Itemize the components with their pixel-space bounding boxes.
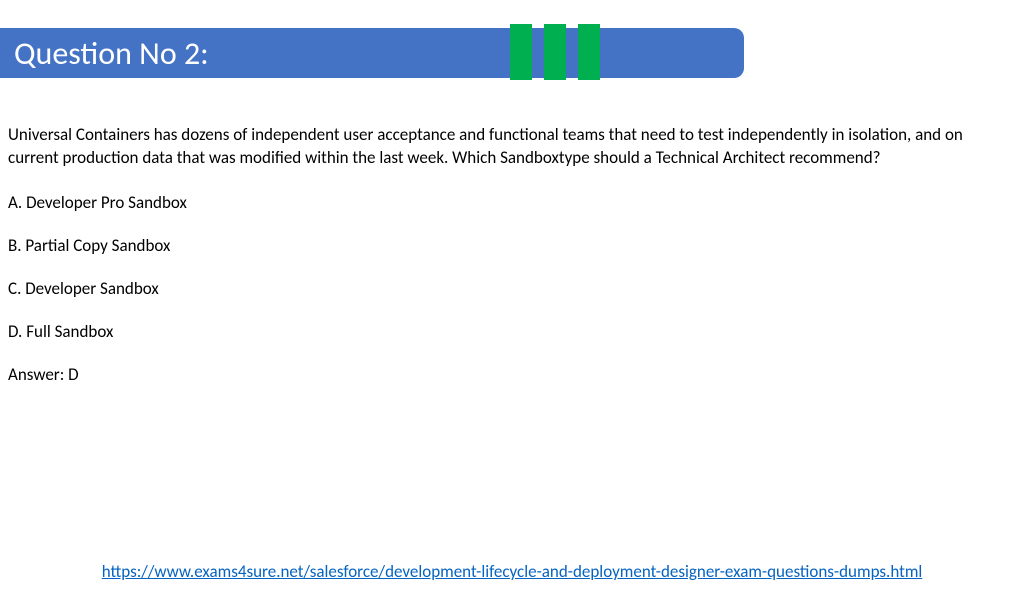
stripe-icon	[510, 24, 532, 80]
question-text: Universal Containers has dozens of indep…	[8, 124, 1016, 170]
stripe-icon	[578, 24, 600, 80]
option-d: D. Full Sandbox	[8, 321, 1016, 342]
option-a: A. Developer Pro Sandbox	[8, 192, 1016, 213]
content-area: Universal Containers has dozens of indep…	[0, 78, 1024, 385]
header-bar: Question No 2:	[0, 28, 744, 78]
question-number-title: Question No 2:	[0, 34, 209, 73]
decorative-stripes	[510, 24, 600, 80]
stripe-icon	[544, 24, 566, 80]
answer-text: Answer: D	[8, 364, 1016, 385]
option-b: B. Partial Copy Sandbox	[8, 235, 1016, 256]
source-link[interactable]: https://www.exams4sure.net/salesforce/de…	[102, 561, 923, 582]
option-c: C. Developer Sandbox	[8, 278, 1016, 299]
